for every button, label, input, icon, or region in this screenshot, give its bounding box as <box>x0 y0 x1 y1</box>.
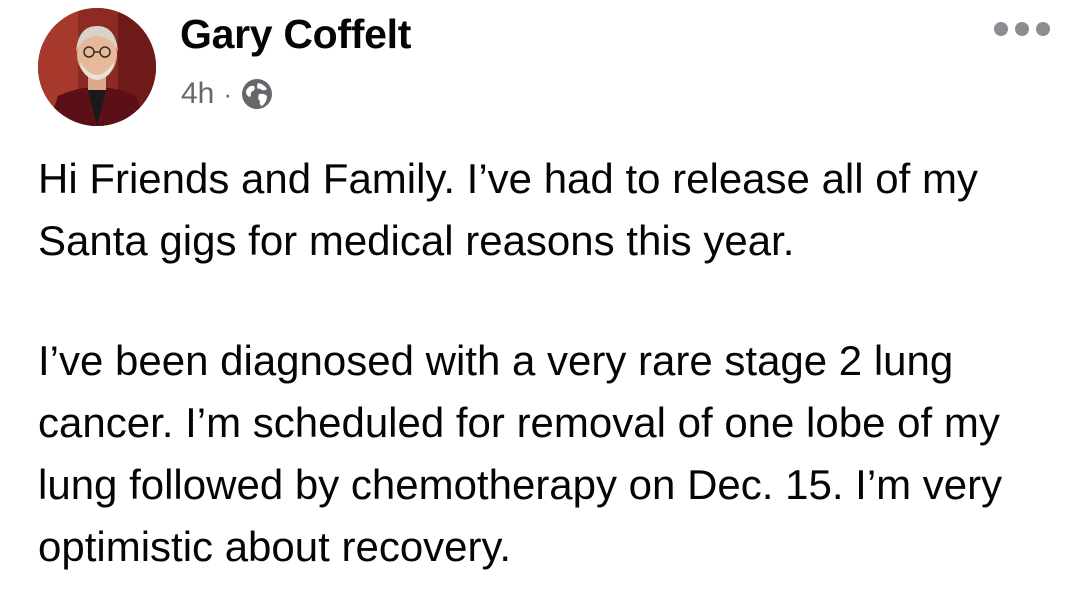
more-dot <box>994 22 1008 36</box>
globe-icon[interactable] <box>241 78 273 110</box>
post-timestamp[interactable]: 4h <box>181 77 214 111</box>
avatar[interactable] <box>38 8 156 126</box>
post-card: Gary Coffelt 4h · Hi Friends and Family.… <box>0 0 1080 610</box>
avatar-photo <box>38 8 156 126</box>
more-options-icon[interactable] <box>994 16 1050 42</box>
post-meta: 4h · <box>181 74 273 114</box>
more-dot <box>1015 22 1029 36</box>
meta-separator: · <box>223 78 233 109</box>
more-dot <box>1036 22 1050 36</box>
post-paragraph: I’ve been diagnosed with a very rare sta… <box>38 337 1003 570</box>
post-paragraph: Hi Friends and Family. I’ve had to relea… <box>38 155 978 264</box>
author-name[interactable]: Gary Coffelt <box>180 10 411 58</box>
post-body: Hi Friends and Family. I’ve had to relea… <box>38 148 1048 578</box>
